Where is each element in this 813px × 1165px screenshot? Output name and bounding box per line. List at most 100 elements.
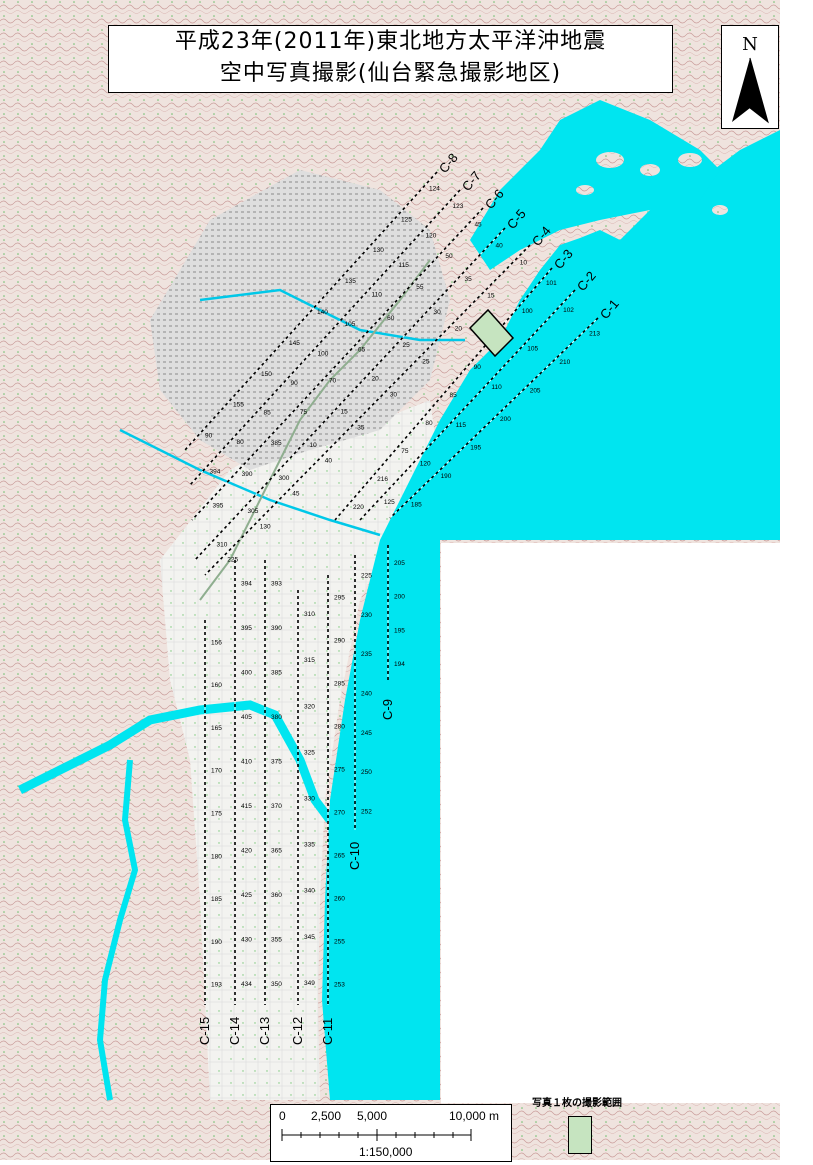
frame-number-label: 205 <box>394 560 405 567</box>
frame-number-label: 45 <box>474 222 482 229</box>
frame-number-label: 115 <box>456 422 467 429</box>
frame-number-label: 120 <box>420 461 431 468</box>
frame-number-label: 253 <box>334 982 345 989</box>
frame-number-label: 200 <box>500 416 511 423</box>
frame-number-label: 355 <box>271 936 282 943</box>
frame-number-label: 110 <box>372 291 383 298</box>
frame-number-label: 430 <box>241 936 252 943</box>
frame-number-label: 123 <box>453 203 464 210</box>
frame-number-label: 235 <box>361 651 372 658</box>
frame-number-label: 305 <box>248 508 259 515</box>
frame-number-label: 350 <box>271 981 282 988</box>
frame-number-label: 75 <box>300 409 308 416</box>
frame-number-label: 145 <box>289 340 300 347</box>
frame-number-label: 420 <box>241 847 252 854</box>
frame-number-label: 255 <box>334 939 345 946</box>
frame-number-label: 25 <box>422 359 430 366</box>
frame-number-label: 140 <box>317 309 328 316</box>
frame-number-label: 50 <box>445 253 453 260</box>
frame-number-label: 245 <box>361 730 372 737</box>
frame-number-label: 102 <box>563 307 574 314</box>
frame-number-label: 193 <box>211 982 222 989</box>
frame-number-label: 30 <box>434 309 442 316</box>
frame-number-label: 385 <box>271 669 282 676</box>
frame-number-label: 80 <box>237 439 245 446</box>
frame-number-label: 240 <box>361 691 372 698</box>
frame-number-label: 135 <box>345 278 356 285</box>
scale-tick-0: 0 <box>279 1109 286 1123</box>
frame-number-label: 185 <box>211 896 222 903</box>
frame-number-label: 115 <box>399 262 410 269</box>
frame-number-label: 105 <box>527 346 538 353</box>
frame-number-label: 194 <box>394 661 405 668</box>
frame-number-label: 35 <box>465 276 473 283</box>
frame-number-label: 55 <box>416 284 424 291</box>
frame-number-label: 210 <box>559 359 570 366</box>
frame-number-label: 285 <box>334 681 345 688</box>
frame-number-label: 125 <box>401 216 412 223</box>
frame-number-label: 375 <box>271 758 282 765</box>
frame-number-label: 100 <box>318 350 329 357</box>
flight-line-id-label: C-12 <box>290 1017 305 1045</box>
flight-line-id-label: C-15 <box>197 1017 212 1045</box>
frame-number-label: 270 <box>334 810 345 817</box>
scale-ratio: 1:150,000 <box>359 1145 413 1159</box>
frame-number-label: 70 <box>329 378 337 385</box>
frame-number-label: 390 <box>271 625 282 632</box>
north-arrow-box: N <box>721 25 779 129</box>
frame-number-label: 155 <box>233 402 244 409</box>
frame-number-label: 125 <box>384 499 395 506</box>
frame-number-label: 434 <box>241 981 252 988</box>
frame-number-label: 310 <box>304 611 315 618</box>
frame-number-label: 150 <box>261 371 272 378</box>
frame-number-label: 130 <box>260 524 271 531</box>
frame-number-label: 85 <box>450 392 458 399</box>
frame-number-label: 290 <box>334 638 345 645</box>
outside-area <box>441 543 780 1103</box>
north-arrow-icon <box>732 57 769 124</box>
frame-number-label: 40 <box>325 458 333 465</box>
flight-line-id-label: C-9 <box>380 699 395 720</box>
frame-number-label: 15 <box>341 409 349 416</box>
frame-number-label: 85 <box>264 409 272 416</box>
frame-number-label: 380 <box>271 714 282 721</box>
frame-number-label: 80 <box>425 420 433 427</box>
frame-number-label: 170 <box>211 768 222 775</box>
frame-number-label: 395 <box>241 625 252 632</box>
frame-number-label: 405 <box>241 714 252 721</box>
frame-number-label: 315 <box>304 657 315 664</box>
frame-number-label: 390 <box>242 471 253 478</box>
frame-number-label: 75 <box>401 448 409 455</box>
frame-number-label: 335 <box>304 842 315 849</box>
frame-number-label: 120 <box>426 232 437 239</box>
title-line-1: 平成23年(2011年)東北地方太平洋沖地震 <box>174 29 607 54</box>
frame-number-label: 90 <box>205 433 213 440</box>
frame-number-label: 225 <box>361 573 372 580</box>
frame-number-label: 190 <box>441 473 452 480</box>
frame-number-label: 225 <box>227 557 238 564</box>
frame-number-label: 370 <box>271 803 282 810</box>
frame-number-label: 185 <box>411 502 422 509</box>
right-margin <box>780 0 813 1165</box>
topographic-map: 213210205200195190185C-11021051101151201… <box>0 0 780 1165</box>
frame-number-label: 295 <box>334 595 345 602</box>
frame-number-label: 15 <box>487 293 495 300</box>
frame-number-label: 105 <box>345 321 356 328</box>
frame-number-label: 400 <box>241 669 252 676</box>
map-title: 平成23年(2011年)東北地方太平洋沖地震 空中写真撮影(仙台緊急撮影地区) <box>108 25 673 93</box>
frame-number-label: 10 <box>310 442 318 449</box>
frame-number-label: 393 <box>271 580 282 587</box>
flight-line-id-label: C-10 <box>347 842 362 870</box>
frame-number-label: 330 <box>304 796 315 803</box>
frame-number-label: 90 <box>291 380 299 387</box>
frame-number-label: 260 <box>334 896 345 903</box>
frame-number-label: 310 <box>217 541 228 548</box>
legend-label: 写真１枚の撮影範囲 <box>532 1098 622 1109</box>
frame-number-label: 345 <box>304 934 315 941</box>
scale-ruler <box>281 1129 472 1141</box>
frame-number-label: 35 <box>357 425 365 432</box>
frame-number-label: 30 <box>390 392 398 399</box>
frame-number-label: 10 <box>520 260 528 267</box>
frame-number-label: 130 <box>373 247 384 254</box>
frame-number-label: 230 <box>361 612 372 619</box>
